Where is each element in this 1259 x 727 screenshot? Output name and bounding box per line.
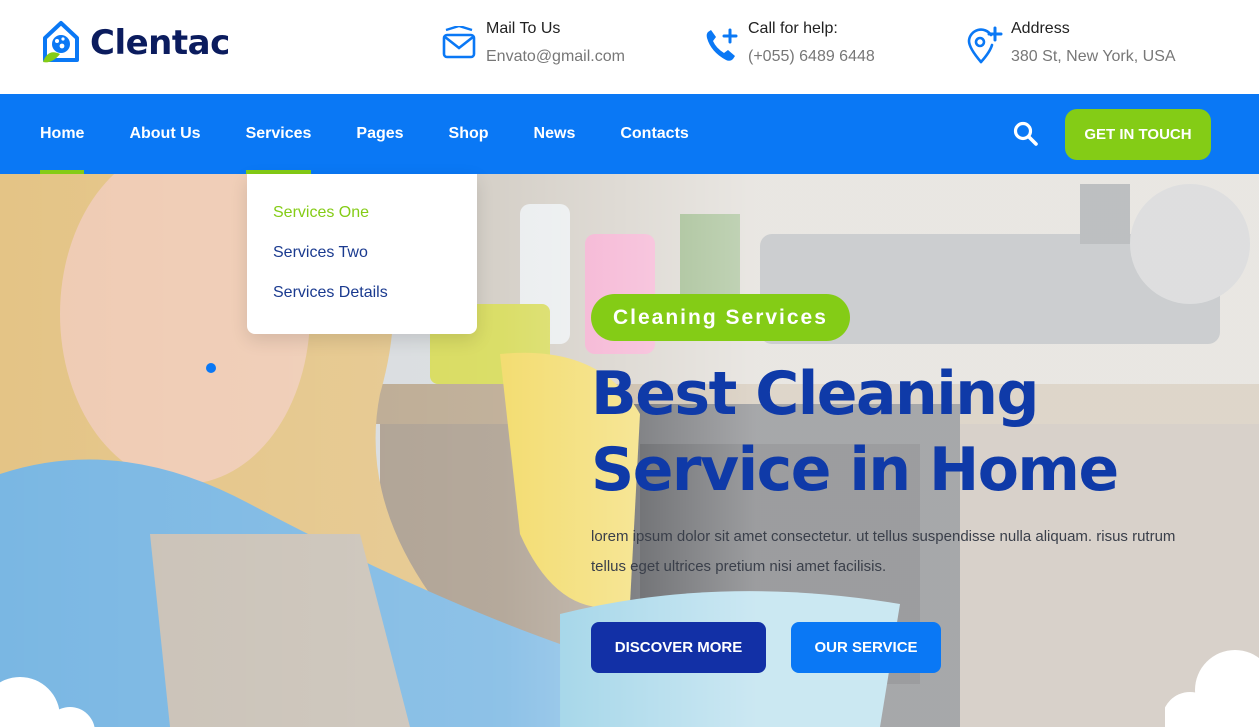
cloud-decoration-left bbox=[0, 677, 95, 727]
address-label: Address bbox=[1011, 20, 1070, 37]
dropdown-item-services-one[interactable]: Services One bbox=[247, 200, 477, 240]
hero-title-line-1: Best Cleaning bbox=[591, 359, 1039, 429]
main-navigation: Home About Us Services Pages Shop News C… bbox=[0, 94, 1259, 174]
address-value: 380 St, New York, USA bbox=[1011, 48, 1176, 65]
hero-title-line-2: Service in Home bbox=[591, 435, 1119, 505]
slider-dot[interactable] bbox=[206, 363, 216, 373]
envelope-icon bbox=[442, 26, 476, 59]
hero-title: Best Cleaning Service in Home bbox=[591, 356, 1211, 508]
get-in-touch-button[interactable]: GET IN TOUCH bbox=[1065, 109, 1211, 160]
mail-label: Mail To Us bbox=[486, 20, 561, 37]
nav-item-home[interactable]: Home bbox=[40, 94, 85, 174]
logo[interactable]: Clentac bbox=[40, 20, 230, 66]
nav-item-news[interactable]: News bbox=[534, 94, 576, 174]
nav-item-services[interactable]: Services bbox=[245, 94, 311, 174]
mail-value[interactable]: Envato@gmail.com bbox=[486, 46, 625, 68]
address-info: Address 380 St, New York, USA bbox=[965, 18, 1176, 68]
our-service-button[interactable]: OUR SERVICE bbox=[791, 622, 941, 673]
nav-item-about-us[interactable]: About Us bbox=[129, 94, 200, 174]
nav-item-contacts[interactable]: Contacts bbox=[620, 94, 688, 174]
hero-description: lorem ipsum dolor sit amet consectetur. … bbox=[591, 528, 1176, 575]
logo-icon bbox=[43, 21, 79, 63]
nav-menu: Home About Us Services Pages Shop News C… bbox=[40, 94, 734, 174]
hero-section: Cleaning Services Best Cleaning Service … bbox=[0, 174, 1259, 727]
cloud-decoration-right bbox=[1165, 650, 1259, 727]
phone-info: Call for help: (+055) 6489 6448 bbox=[702, 18, 875, 68]
location-pin-icon bbox=[967, 26, 1003, 64]
nav-item-shop[interactable]: Shop bbox=[449, 94, 489, 174]
phone-label: Call for help: bbox=[748, 20, 838, 37]
nav-item-pages[interactable]: Pages bbox=[356, 94, 403, 174]
discover-more-button[interactable]: DISCOVER MORE bbox=[591, 622, 766, 673]
phone-icon bbox=[706, 28, 738, 61]
brand-name: Clentac bbox=[90, 23, 230, 63]
hero-badge: Cleaning Services bbox=[591, 294, 850, 341]
mail-info: Mail To Us Envato@gmail.com bbox=[440, 18, 625, 68]
top-header: Clentac Mail To Us Envato@gmail.com Call… bbox=[0, 0, 1259, 94]
services-dropdown: Services One Services Two Services Detai… bbox=[247, 174, 477, 334]
search-icon[interactable] bbox=[1012, 120, 1040, 148]
dropdown-item-services-two[interactable]: Services Two bbox=[247, 240, 477, 280]
dropdown-item-services-details[interactable]: Services Details bbox=[247, 280, 477, 320]
phone-value[interactable]: (+055) 6489 6448 bbox=[748, 46, 875, 68]
